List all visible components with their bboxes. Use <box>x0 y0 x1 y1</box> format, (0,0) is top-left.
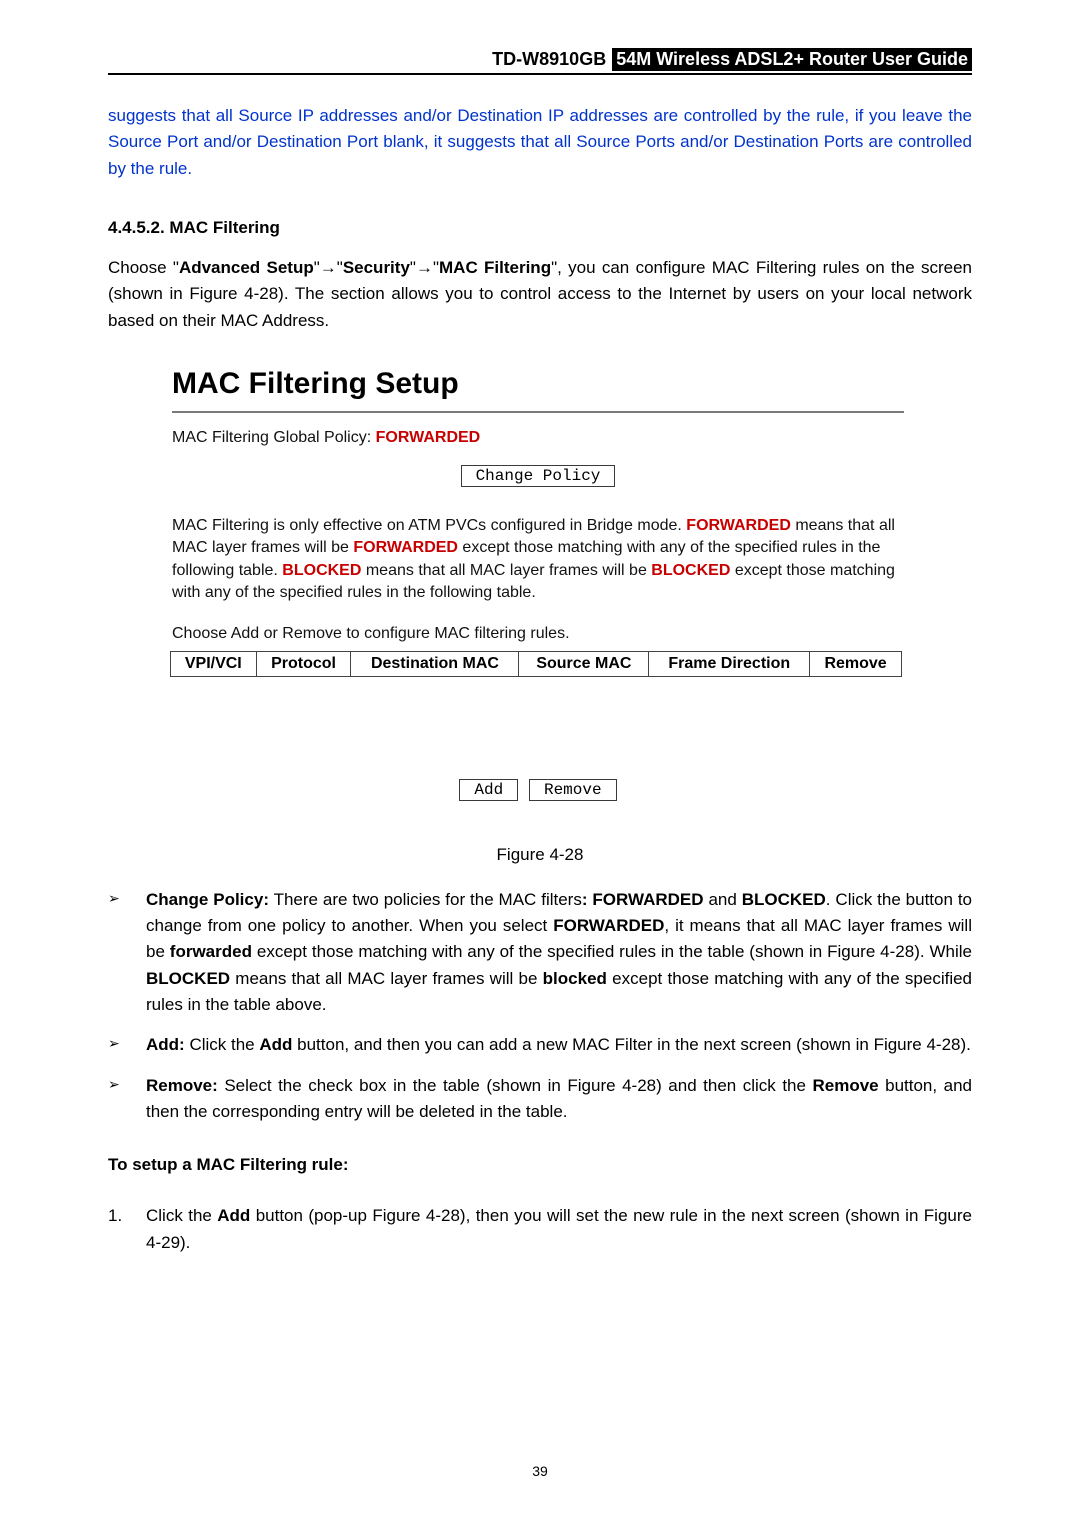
col-dest-mac: Destination MAC <box>351 651 519 676</box>
red-forwarded: FORWARDED <box>353 539 458 556</box>
text: Choose " <box>108 258 179 277</box>
bold-text: BLOCKED <box>742 890 826 909</box>
text: means that all MAC layer frames will be <box>361 562 651 579</box>
step-text: Click the Add button (pop-up Figure 4-28… <box>146 1203 972 1256</box>
figure-button-row: Add Remove <box>172 761 904 809</box>
policy-value: FORWARDED <box>376 429 481 446</box>
list-text: Add: Click the Add button, and then you … <box>146 1032 972 1058</box>
text: means that all MAC layer frames will be <box>230 969 543 988</box>
red-blocked: BLOCKED <box>282 562 361 579</box>
bold-security: Security <box>343 258 410 277</box>
section-heading: 4.4.5.2. MAC Filtering <box>108 218 972 238</box>
figure-choose-line: Choose Add or Remove to configure MAC fi… <box>172 625 904 643</box>
col-vpi-vci: VPI/VCI <box>171 651 257 676</box>
remove-button[interactable]: Remove <box>529 779 617 801</box>
numbered-list: 1. Click the Add button (pop-up Figure 4… <box>108 1203 972 1256</box>
change-policy-button[interactable]: Change Policy <box>461 465 616 487</box>
arrow-icon: → <box>320 258 337 277</box>
col-frame-direction: Frame Direction <box>649 651 810 676</box>
bullet-list: ➢ Change Policy: There are two policies … <box>108 887 972 1126</box>
bold-text: Remove <box>812 1076 878 1095</box>
arrow-icon: → <box>416 258 433 277</box>
list-text: Remove: Select the check box in the tabl… <box>146 1073 972 1126</box>
text: Click the <box>146 1206 217 1225</box>
bullet-lead: Change Policy: <box>146 890 269 909</box>
figure-mac-filter-setup: MAC Filtering Setup MAC Filtering Global… <box>164 351 912 833</box>
text: button (pop-up Figure 4-28), then you wi… <box>146 1206 972 1251</box>
list-item: ➢ Add: Click the Add button, and then yo… <box>108 1032 972 1058</box>
bold-text: FORWARDED <box>553 916 664 935</box>
triangle-bullet-icon: ➢ <box>108 1073 146 1126</box>
figure-title: MAC Filtering Setup <box>172 367 904 401</box>
bold-text: Add <box>259 1035 292 1054</box>
bullet-lead: Add: <box>146 1035 185 1054</box>
figure-hr <box>172 411 904 413</box>
figure-caption: Figure 4-28 <box>108 845 972 865</box>
bold-text: blocked <box>543 969 607 988</box>
document-page: TD-W8910GB 54M Wireless ADSL2+ Router Us… <box>0 0 1080 1527</box>
text: except those matching with any of the sp… <box>252 942 972 961</box>
intro-paragraph-blue: suggests that all Source IP addresses an… <box>108 103 972 182</box>
col-source-mac: Source MAC <box>519 651 649 676</box>
add-button[interactable]: Add <box>459 779 518 801</box>
list-item: 1. Click the Add button (pop-up Figure 4… <box>108 1203 972 1256</box>
list-item: ➢ Remove: Select the check box in the ta… <box>108 1073 972 1126</box>
triangle-bullet-icon: ➢ <box>108 887 146 1019</box>
policy-line: MAC Filtering Global Policy: FORWARDED <box>172 429 904 447</box>
bold-text: forwarded <box>170 942 252 961</box>
mac-filter-table: VPI/VCI Protocol Destination MAC Source … <box>170 651 902 677</box>
text: MAC Filtering is only effective on ATM P… <box>172 517 686 534</box>
page-header: TD-W8910GB 54M Wireless ADSL2+ Router Us… <box>108 48 972 75</box>
list-item: ➢ Change Policy: There are two policies … <box>108 887 972 1019</box>
figure-description: MAC Filtering is only effective on ATM P… <box>172 515 904 605</box>
page-number: 39 <box>0 1463 1080 1479</box>
table-header-row: VPI/VCI Protocol Destination MAC Source … <box>171 651 902 676</box>
choose-paragraph: Choose "Advanced Setup"→"Security"→"MAC … <box>108 255 972 334</box>
bold-text: : FORWARDED <box>582 890 704 909</box>
col-protocol: Protocol <box>256 651 351 676</box>
bold-text: Add <box>217 1206 250 1225</box>
bold-mac-filtering: MAC Filtering <box>439 258 551 277</box>
text: Select the check box in the table (shown… <box>218 1076 813 1095</box>
text: button, and then you can add a new MAC F… <box>292 1035 970 1054</box>
policy-label: MAC Filtering Global Policy: <box>172 429 376 446</box>
list-text: Change Policy: There are two policies fo… <box>146 887 972 1019</box>
col-remove: Remove <box>810 651 902 676</box>
triangle-bullet-icon: ➢ <box>108 1032 146 1058</box>
text: There are two policies for the MAC filte… <box>269 890 582 909</box>
step-number: 1. <box>108 1203 146 1256</box>
header-title: 54M Wireless ADSL2+ Router User Guide <box>612 48 972 71</box>
text: Click the <box>185 1035 260 1054</box>
bold-advanced-setup: Advanced Setup <box>179 258 314 277</box>
text: and <box>704 890 742 909</box>
setup-heading: To setup a MAC Filtering rule: <box>108 1155 972 1175</box>
bold-text: BLOCKED <box>146 969 230 988</box>
header-model: TD-W8910GB <box>492 49 606 70</box>
red-blocked: BLOCKED <box>651 562 730 579</box>
bullet-lead: Remove: <box>146 1076 218 1095</box>
red-forwarded: FORWARDED <box>686 517 791 534</box>
